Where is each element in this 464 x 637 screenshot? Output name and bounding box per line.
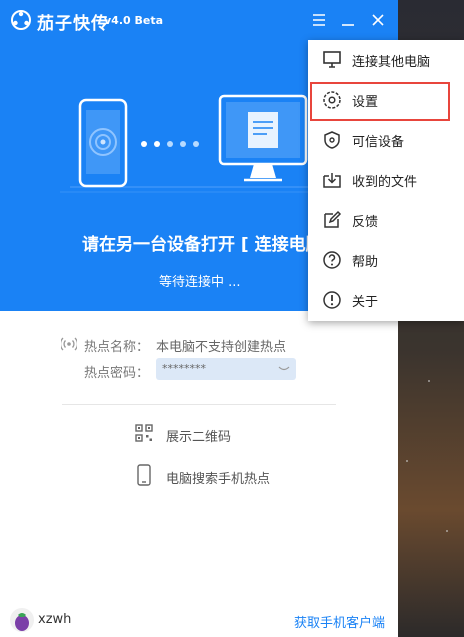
search-hotspot-label: 电脑搜索手机热点 <box>166 472 271 487</box>
monitor-icon <box>323 51 341 68</box>
hotspot-password-label: 热点密码： <box>84 366 150 381</box>
menu-item-trusted-devices[interactable]: 可信设备 <box>308 120 464 160</box>
hotspot-password-field[interactable]: ******** <box>156 358 296 380</box>
connect-instruction: 请在另一台设备打开 [ 连接电脑 <box>82 235 323 255</box>
hotspot-name-value: 本电脑不支持创建热点 <box>156 340 287 355</box>
app-name: 茄子快传 <box>37 14 109 34</box>
download-folder-icon <box>323 173 341 188</box>
menu-item-connect-other-pc[interactable]: 连接其他电脑 <box>308 40 464 80</box>
menu-item-label: 收到的文件 <box>352 175 418 190</box>
menu-icon[interactable] <box>309 10 329 30</box>
eggplant-avatar-icon <box>15 613 29 631</box>
get-mobile-client-link[interactable]: 获取手机客户端 <box>294 612 385 631</box>
title-bar: 茄子快传 v4.0 Beta <box>0 0 398 40</box>
menu-item-label: 可信设备 <box>352 135 405 150</box>
menu-item-feedback[interactable]: 反馈 <box>308 200 464 240</box>
menu-item-label: 反馈 <box>352 215 379 230</box>
connection-illustration-icon <box>60 94 340 193</box>
show-qr-button[interactable]: 展示二维码 <box>135 422 265 446</box>
app-version: v4.0 Beta <box>104 14 164 27</box>
show-password-icon[interactable] <box>278 364 290 374</box>
menu-item-label: 帮助 <box>352 255 379 270</box>
hotspot-name-label: 热点名称： <box>84 340 150 355</box>
show-qr-label: 展示二维码 <box>166 430 232 445</box>
menu-item-about[interactable]: 关于 <box>308 280 464 320</box>
divider <box>62 404 336 405</box>
info-icon <box>323 291 341 309</box>
menu-item-label: 设置 <box>352 95 379 110</box>
menu-item-settings[interactable]: 设置 <box>308 80 464 120</box>
menu-item-received-files[interactable]: 收到的文件 <box>308 160 464 200</box>
phone-icon <box>137 464 151 486</box>
app-logo-icon <box>11 10 31 30</box>
settings-icon <box>323 91 341 109</box>
qr-code-icon <box>135 424 153 442</box>
minimize-icon[interactable] <box>338 10 358 30</box>
waiting-status: 等待连接中 ... <box>159 275 241 290</box>
menu-item-label: 关于 <box>352 295 379 310</box>
wifi-hotspot-icon <box>61 337 77 351</box>
edit-icon <box>324 210 342 228</box>
menu-item-help[interactable]: 帮助 <box>308 240 464 280</box>
help-icon <box>323 251 341 269</box>
shield-icon <box>324 131 340 149</box>
menu-item-label: 连接其他电脑 <box>352 55 431 70</box>
main-dropdown-menu: 连接其他电脑 设置 可信设备 收到的文件 反馈 帮助 关于 <box>308 40 464 321</box>
avatar[interactable] <box>10 608 34 632</box>
hotspot-password-value: ******** <box>162 362 206 375</box>
username: xzwh <box>38 612 72 627</box>
search-hotspot-button[interactable]: 电脑搜索手机热点 <box>135 462 275 488</box>
close-icon[interactable] <box>368 10 388 30</box>
